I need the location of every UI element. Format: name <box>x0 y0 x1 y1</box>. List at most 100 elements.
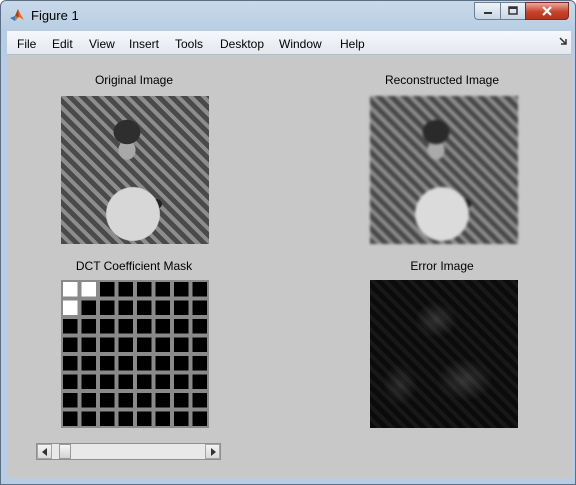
mask-cell[interactable] <box>153 354 172 373</box>
mask-cell[interactable] <box>98 391 117 410</box>
mask-cell[interactable] <box>79 317 98 336</box>
coefficient-slider[interactable] <box>36 443 221 460</box>
minimize-icon <box>483 12 492 14</box>
mask-cell[interactable] <box>190 409 209 428</box>
dct-coefficient-mask[interactable] <box>61 280 209 428</box>
menu-file[interactable]: File <box>17 37 36 51</box>
mask-cell[interactable] <box>135 298 154 317</box>
mask-cell[interactable] <box>116 391 135 410</box>
mask-grid <box>61 280 209 428</box>
mask-cell[interactable] <box>116 354 135 373</box>
mask-cell[interactable] <box>79 372 98 391</box>
mask-cell[interactable] <box>98 372 117 391</box>
mask-cell[interactable] <box>135 391 154 410</box>
mask-cell[interactable] <box>135 280 154 299</box>
mask-cell[interactable] <box>98 409 117 428</box>
mask-cell[interactable] <box>116 298 135 317</box>
mask-cell[interactable] <box>190 317 209 336</box>
mask-cell[interactable] <box>172 317 191 336</box>
mask-cell[interactable] <box>172 372 191 391</box>
mask-cell[interactable] <box>190 354 209 373</box>
figure-canvas: Original Image Reconstructed Image DCT C… <box>7 56 571 478</box>
menu-insert[interactable]: Insert <box>129 37 159 51</box>
reconstructed-image-title: Reconstructed Image <box>384 73 500 87</box>
mask-cell[interactable] <box>79 354 98 373</box>
window-title: Figure 1 <box>31 8 79 23</box>
dock-arrow-icon[interactable] <box>557 35 569 47</box>
mask-cell[interactable] <box>153 409 172 428</box>
mask-cell[interactable] <box>61 298 80 317</box>
mask-cell[interactable] <box>116 335 135 354</box>
original-image <box>61 96 209 244</box>
mask-cell[interactable] <box>79 298 98 317</box>
menu-view[interactable]: View <box>89 37 115 51</box>
mask-cell[interactable] <box>79 391 98 410</box>
mask-cell[interactable] <box>190 280 209 299</box>
mask-cell[interactable] <box>172 354 191 373</box>
figure-window: Figure 1 File Edit View Insert Tools Des… <box>0 0 576 485</box>
menu-tools[interactable]: Tools <box>175 37 203 51</box>
mask-cell[interactable] <box>116 372 135 391</box>
reconstructed-image <box>370 96 518 244</box>
mask-cell[interactable] <box>98 317 117 336</box>
arrow-right-icon <box>210 447 216 456</box>
mask-cell[interactable] <box>116 317 135 336</box>
mask-cell[interactable] <box>135 354 154 373</box>
dct-mask-title: DCT Coefficient Mask <box>75 259 193 273</box>
title-bar[interactable]: Figure 1 <box>1 1 575 31</box>
mask-cell[interactable] <box>135 335 154 354</box>
mask-cell[interactable] <box>61 372 80 391</box>
mask-cell[interactable] <box>135 409 154 428</box>
mask-cell[interactable] <box>153 372 172 391</box>
mask-cell[interactable] <box>116 280 135 299</box>
mask-cell[interactable] <box>153 317 172 336</box>
error-image-title: Error Image <box>410 259 474 273</box>
mask-cell[interactable] <box>61 335 80 354</box>
mask-cell[interactable] <box>190 335 209 354</box>
mask-cell[interactable] <box>172 391 191 410</box>
close-icon <box>542 6 552 16</box>
mask-cell[interactable] <box>172 409 191 428</box>
mask-cell[interactable] <box>135 372 154 391</box>
mask-cell[interactable] <box>116 409 135 428</box>
mask-cell[interactable] <box>153 335 172 354</box>
mask-cell[interactable] <box>172 335 191 354</box>
mask-cell[interactable] <box>98 335 117 354</box>
slider-left-button[interactable] <box>37 444 52 459</box>
matlab-logo-icon <box>10 9 24 21</box>
mask-cell[interactable] <box>172 280 191 299</box>
menu-help[interactable]: Help <box>340 37 365 51</box>
mask-cell[interactable] <box>61 354 80 373</box>
mask-cell[interactable] <box>153 298 172 317</box>
mask-cell[interactable] <box>79 335 98 354</box>
close-button[interactable] <box>525 2 569 20</box>
slider-thumb[interactable] <box>59 444 72 459</box>
mask-cell[interactable] <box>135 317 154 336</box>
mask-cell[interactable] <box>61 317 80 336</box>
menu-window[interactable]: Window <box>279 37 322 51</box>
maximize-icon <box>508 6 518 15</box>
original-image-title: Original Image <box>94 73 174 87</box>
error-image <box>370 280 518 428</box>
maximize-button[interactable] <box>500 2 526 20</box>
mask-cell[interactable] <box>153 280 172 299</box>
mask-cell[interactable] <box>172 298 191 317</box>
mask-cell[interactable] <box>153 391 172 410</box>
mask-cell[interactable] <box>98 280 117 299</box>
mask-cell[interactable] <box>79 280 98 299</box>
mask-cell[interactable] <box>61 391 80 410</box>
mask-cell[interactable] <box>61 280 80 299</box>
mask-cell[interactable] <box>61 409 80 428</box>
mask-cell[interactable] <box>190 372 209 391</box>
mask-cell[interactable] <box>190 391 209 410</box>
mask-cell[interactable] <box>98 354 117 373</box>
menu-desktop[interactable]: Desktop <box>220 37 264 51</box>
menu-edit[interactable]: Edit <box>52 37 73 51</box>
minimize-button[interactable] <box>474 2 501 20</box>
mask-cell[interactable] <box>190 298 209 317</box>
arrow-left-icon <box>41 447 47 456</box>
menu-bar: File Edit View Insert Tools Desktop Wind… <box>7 31 571 55</box>
slider-right-button[interactable] <box>205 444 220 459</box>
mask-cell[interactable] <box>98 298 117 317</box>
mask-cell[interactable] <box>79 409 98 428</box>
